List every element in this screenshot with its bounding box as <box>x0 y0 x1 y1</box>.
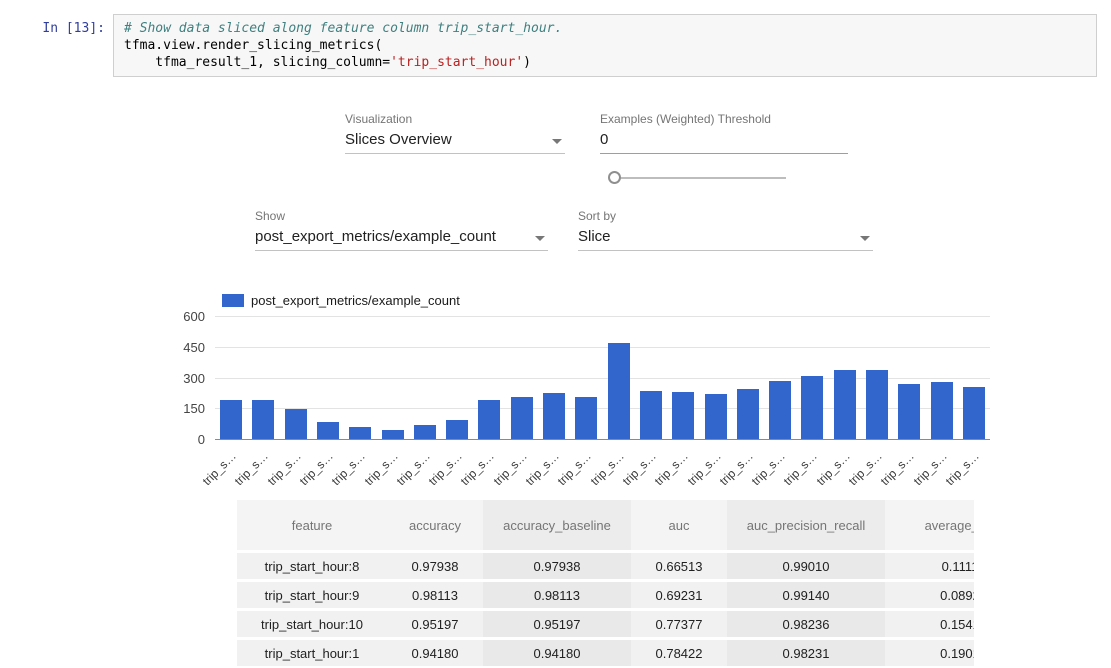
threshold-label: Examples (Weighted) Threshold <box>600 112 771 126</box>
sort-by-select-value: Slice <box>578 226 873 248</box>
chevron-down-icon[interactable] <box>535 236 545 241</box>
metric-cell: 0.94180 <box>483 640 631 666</box>
y-tick-label: 0 <box>150 433 205 447</box>
notebook-page: In [13]: # Show data sliced along featur… <box>0 0 1111 668</box>
table-row: trip_start_hour:10.941800.941800.784220.… <box>237 640 974 666</box>
show-metric-select-value: post_export_metrics/example_count <box>255 226 548 248</box>
code-line: # Show data sliced along feature column … <box>124 20 1086 37</box>
bar[interactable] <box>705 394 727 439</box>
metric-cell: 0.94180 <box>387 640 483 666</box>
metric-cell: 0.0892 <box>885 582 974 608</box>
slider-track[interactable] <box>614 177 786 179</box>
column-header[interactable]: feature <box>237 500 387 550</box>
bar[interactable] <box>349 427 371 439</box>
metric-cell: 0.77377 <box>631 611 727 637</box>
feature-cell: trip_start_hour:10 <box>237 611 387 637</box>
bar[interactable] <box>737 389 759 439</box>
y-tick-label: 450 <box>150 341 205 355</box>
bar[interactable] <box>801 376 823 439</box>
column-header[interactable]: accuracy <box>387 500 483 550</box>
show-metric-select[interactable]: post_export_metrics/example_count <box>255 226 548 251</box>
code-area[interactable]: # Show data sliced along feature column … <box>113 14 1097 77</box>
x-axis-labels: trip_s…trip_s…trip_s…trip_s…trip_s…trip_… <box>215 441 990 483</box>
bar[interactable] <box>285 409 307 439</box>
metric-cell: 0.98236 <box>727 611 885 637</box>
bar[interactable] <box>834 370 856 439</box>
bar[interactable] <box>446 420 468 439</box>
bar[interactable] <box>220 400 242 439</box>
visualization-select-value: Slices Overview <box>345 129 565 151</box>
y-tick-label: 300 <box>150 372 205 386</box>
column-header[interactable]: average_los <box>885 500 974 550</box>
bar[interactable] <box>640 391 662 439</box>
metric-cell: 0.95197 <box>483 611 631 637</box>
table-body: trip_start_hour:80.979380.979380.665130.… <box>237 553 974 666</box>
metric-cell: 0.78422 <box>631 640 727 666</box>
slider-thumb[interactable] <box>608 171 621 184</box>
legend-label: post_export_metrics/example_count <box>251 293 460 308</box>
metric-cell: 0.1541 <box>885 611 974 637</box>
y-axis-labels: 0150300450600 <box>150 317 205 440</box>
sort-by-label: Sort by <box>578 209 616 223</box>
visualization-select[interactable]: Slices Overview <box>345 129 565 154</box>
cell-prompt: In [13]: <box>0 21 105 36</box>
bar[interactable] <box>478 400 500 439</box>
bar[interactable] <box>608 343 630 439</box>
bar[interactable] <box>769 381 791 439</box>
x-axis-line <box>215 439 990 440</box>
legend-swatch <box>222 294 244 307</box>
code-line: tfma_result_1, slicing_column='trip_star… <box>124 54 1086 71</box>
code-line: tfma.view.render_slicing_metrics( <box>124 37 1086 54</box>
bar[interactable] <box>575 397 597 439</box>
sort-by-select[interactable]: Slice <box>578 226 873 251</box>
table-row: trip_start_hour:100.951970.951970.773770… <box>237 611 974 637</box>
bar[interactable] <box>672 392 694 439</box>
feature-cell: trip_start_hour:8 <box>237 553 387 579</box>
column-header[interactable]: auc_precision_recall <box>727 500 885 550</box>
feature-cell: trip_start_hour:1 <box>237 640 387 666</box>
gridline <box>215 347 990 348</box>
chevron-down-icon[interactable] <box>860 236 870 241</box>
table-header-row: featureaccuracyaccuracy_baselineaucauc_p… <box>237 500 974 550</box>
show-label: Show <box>255 209 285 223</box>
metric-cell: 0.97938 <box>387 553 483 579</box>
gridline <box>215 316 990 317</box>
column-header[interactable]: auc <box>631 500 727 550</box>
bar[interactable] <box>866 370 888 439</box>
bar[interactable] <box>931 382 953 439</box>
metric-cell: 0.99140 <box>727 582 885 608</box>
bar[interactable] <box>252 400 274 439</box>
threshold-slider[interactable] <box>608 170 786 186</box>
threshold-input[interactable]: 0 <box>600 129 848 154</box>
bar[interactable] <box>317 422 339 439</box>
metric-cell: 0.66513 <box>631 553 727 579</box>
bar[interactable] <box>543 393 565 439</box>
metric-cell: 0.98113 <box>483 582 631 608</box>
y-tick-label: 150 <box>150 402 205 416</box>
bar-chart-plot <box>215 317 990 440</box>
metric-cell: 0.69231 <box>631 582 727 608</box>
column-header[interactable]: accuracy_baseline <box>483 500 631 550</box>
bar[interactable] <box>963 387 985 439</box>
bar[interactable] <box>414 425 436 439</box>
bar[interactable] <box>898 384 920 439</box>
chevron-down-icon[interactable] <box>552 139 562 144</box>
metric-cell: 0.99010 <box>727 553 885 579</box>
metrics-table: featureaccuracyaccuracy_baselineaucauc_p… <box>237 497 974 668</box>
table-row: trip_start_hour:90.981130.981130.692310.… <box>237 582 974 608</box>
y-tick-label: 600 <box>150 310 205 324</box>
metric-cell: 0.98231 <box>727 640 885 666</box>
feature-cell: trip_start_hour:9 <box>237 582 387 608</box>
metric-cell: 0.97938 <box>483 553 631 579</box>
metric-cell: 0.98113 <box>387 582 483 608</box>
visualization-label: Visualization <box>345 112 412 126</box>
threshold-input-value: 0 <box>600 129 848 151</box>
bar[interactable] <box>382 430 404 439</box>
table-row: trip_start_hour:80.979380.979380.665130.… <box>237 553 974 579</box>
bar[interactable] <box>511 397 533 439</box>
metric-cell: 0.1901 <box>885 640 974 666</box>
metric-cell: 0.1111 <box>885 553 974 579</box>
metric-cell: 0.95197 <box>387 611 483 637</box>
